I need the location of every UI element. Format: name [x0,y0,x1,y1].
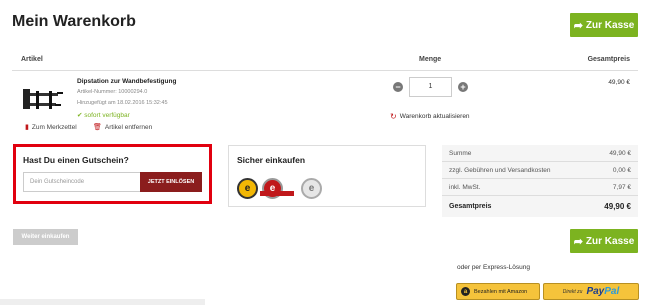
checkout-button-label: Zur Kasse [585,235,635,247]
arrow-share-icon: ➦ [573,235,583,248]
line-item-price: 49,90 € [608,79,630,86]
summary-value: 7,97 € [612,183,631,191]
summary-value: 0,00 € [612,166,631,174]
quantity-input[interactable]: 1 [409,77,452,97]
product-article-number: Artikel-Nummer: 10000294.0 [77,89,148,95]
update-cart-link[interactable]: ↻ Warenkorb aktualisieren [390,112,470,121]
summary-total-row: Gesamtpreis 49,90 € [442,196,638,217]
remove-item-label: Artikel entfernen [104,123,153,131]
order-summary: Summe 49,90 € zzgl. Gebühren und Versand… [442,145,638,217]
continue-shopping-button[interactable]: Weiter einkaufen [13,229,78,245]
paypal-logo-part-b: Pal [604,286,620,297]
availability-status: ✔ sofort verfügbar [77,111,130,119]
secure-shopping-title: Sicher einkaufen [237,155,306,165]
checkout-button-bottom[interactable]: ➦ Zur Kasse [570,229,638,253]
refresh-icon: ↻ [390,112,397,121]
secure-shopping-panel: Sicher einkaufen e e e [228,145,426,207]
summary-label: Summe [449,149,472,157]
check-icon: ✔ [77,112,83,119]
trusted-shops-seal-icon[interactable]: e [237,178,258,199]
amazon-icon: a [461,287,470,296]
update-cart-label: Warenkorb aktualisieren [399,113,470,120]
certificate-seal-icon[interactable]: e [301,178,322,199]
header-quantity: Menge [419,56,442,63]
summary-total-value: 49,90 € [604,202,631,211]
cart-table-header: Artikel Menge Gesamtpreis [12,51,638,71]
paypal-logo: PayPal [586,286,619,297]
quantity-increase-button[interactable]: + [458,82,468,92]
page-title: Mein Warenkorb [12,13,136,30]
remove-item-link[interactable]: 🗑 Artikel entfernen [93,123,153,132]
summary-total-label: Gesamtpreis [449,203,492,210]
secure-seal-banner [260,191,294,196]
amazon-pay-label: Bezahlen mit Amazon [474,288,528,295]
redeem-coupon-button[interactable]: JETZT EINLÖSEN [140,172,202,192]
trash-icon: 🗑 [93,124,102,131]
header-total: Gesamtpreis [587,56,630,63]
summary-label: inkl. MwSt. [449,183,481,191]
summary-row: zzgl. Gebühren und Versandkosten 0,00 € [442,162,638,179]
product-added-date: Hinzugefügt am 18.02.2016 15:32:45 [77,100,168,106]
amazon-pay-button[interactable]: a Bezahlen mit Amazon [456,283,540,300]
paypal-button[interactable]: Direkt zu PayPal [543,283,639,300]
quantity-decrease-button[interactable]: − [393,82,403,92]
wishlist-label: Zum Merkzettel [31,123,77,131]
coupon-title: Hast Du einen Gutschein? [23,155,129,165]
coupon-code-input[interactable]: Dein Gutscheincode [23,172,141,192]
wishlist-link[interactable]: ▮ Zum Merkzettel [25,123,77,132]
product-image[interactable] [21,83,65,115]
coupon-panel: Hast Du einen Gutschein? Dein Gutscheinc… [13,144,212,204]
summary-row: Summe 49,90 € [442,145,638,162]
paypal-logo-part-a: Pay [586,286,605,297]
express-checkout-text: oder per Express-Lösung [457,264,530,271]
summary-value: 49,90 € [609,149,631,157]
paypal-prefix: Direkt zu [562,288,583,295]
checkout-button-label: Zur Kasse [585,19,635,31]
checkout-button-top[interactable]: ➦ Zur Kasse [570,13,638,37]
summary-label: zzgl. Gebühren und Versandkosten [449,166,551,174]
header-article: Artikel [21,56,43,63]
availability-label: sofort verfügbar [84,112,130,119]
bottom-divider [0,299,205,305]
arrow-share-icon: ➦ [573,19,583,32]
product-name[interactable]: Dipstation zur Wandbefestigung [77,78,176,85]
summary-row: inkl. MwSt. 7,97 € [442,179,638,196]
bookmark-icon: ▮ [25,124,29,131]
